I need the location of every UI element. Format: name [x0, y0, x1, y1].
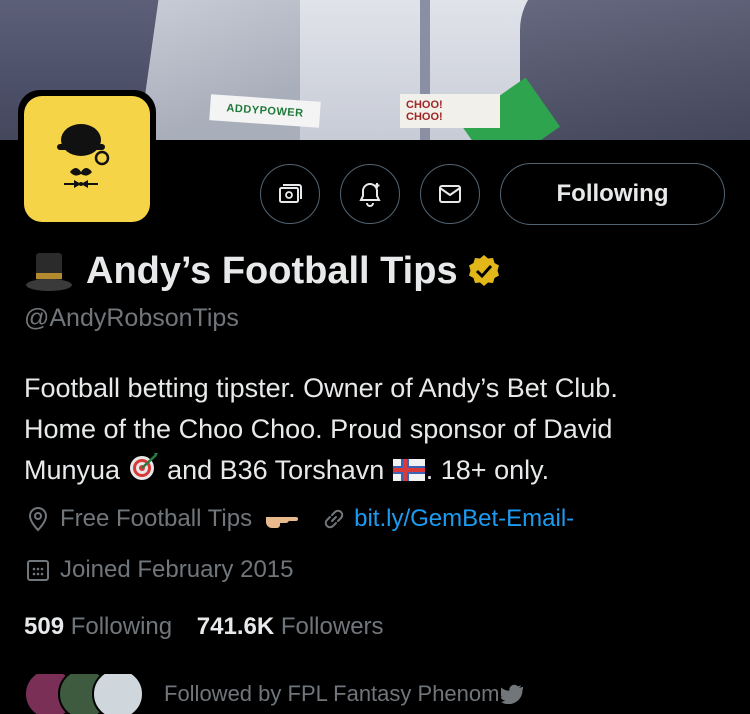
faroe-islands-flag-emoji [392, 459, 425, 481]
followers-count: 741.6K [196, 613, 275, 640]
choo-line: CHOO! [406, 111, 443, 123]
following-stat[interactable]: 509 Following [24, 613, 172, 640]
choo-line: CHOO! [406, 99, 443, 111]
followers-stat[interactable]: 741.6K Followers [197, 613, 384, 640]
profile-location: Free Football Tips [60, 505, 253, 532]
subscribe-button[interactable] [260, 164, 320, 224]
verified-badge-icon[interactable] [466, 253, 502, 289]
bio-text: and B36 Torshavn [159, 455, 385, 485]
twitter-bird-icon [501, 684, 524, 704]
bowler-hat-moustache-logo [57, 124, 110, 188]
following-count: 509 [24, 613, 65, 640]
following-button[interactable]: Following [500, 163, 725, 225]
bio-line: Home of the Choo Choo. Proud sponsor of … [24, 414, 613, 444]
followed-by-row[interactable]: Followed by FPL Fantasy Phenom [24, 674, 524, 714]
profile-joined-date: Joined February 2015 [60, 556, 294, 583]
bio-line: Munyua and B36 Torshavn . 18+ only. [24, 450, 724, 491]
followed-by-text: Followed by FPL Fantasy Phenom [164, 681, 500, 706]
display-name: Andy’s Football Tips [86, 249, 458, 292]
follower-avatar [92, 674, 144, 714]
bio-line: Football betting tipster. Owner of Andy’… [24, 373, 618, 403]
profile-link[interactable]: bit.ly/GemBet-Email- [354, 505, 574, 533]
profile-handle: @AndyRobsonTips [24, 304, 239, 332]
profile-joined-row: Joined February 2015 [24, 556, 293, 584]
top-hat-emoji [26, 253, 72, 291]
pointing-hand-emoji [266, 517, 299, 528]
avatar-image [24, 96, 150, 222]
link-icon [324, 509, 344, 529]
message-icon [439, 185, 461, 203]
location-icon [28, 506, 48, 532]
profile-bio: Football betting tipster. Owner of Andy’… [24, 368, 724, 491]
bio-text: . 18+ only. [425, 455, 550, 485]
followers-label: Followers [280, 613, 384, 640]
profile-name-row: Andy’s Football Tips [24, 248, 502, 294]
profile-meta-row: Free Football Tips bit.ly/GemBet-Email- [24, 505, 574, 533]
subscribe-icon [279, 184, 302, 203]
following-label: Following [70, 613, 173, 640]
profile-stats: 509 Following 741.6K Followers [24, 613, 384, 641]
message-button[interactable] [420, 164, 480, 224]
bullseye-emoji [129, 453, 158, 480]
notification-bell-icon [359, 182, 381, 207]
avatar[interactable] [18, 90, 156, 228]
notifications-button[interactable] [340, 164, 400, 224]
calendar-icon [27, 560, 49, 581]
banner-choo-logo: CHOO! CHOO! [400, 94, 500, 128]
bio-text: Munyua [24, 455, 121, 485]
